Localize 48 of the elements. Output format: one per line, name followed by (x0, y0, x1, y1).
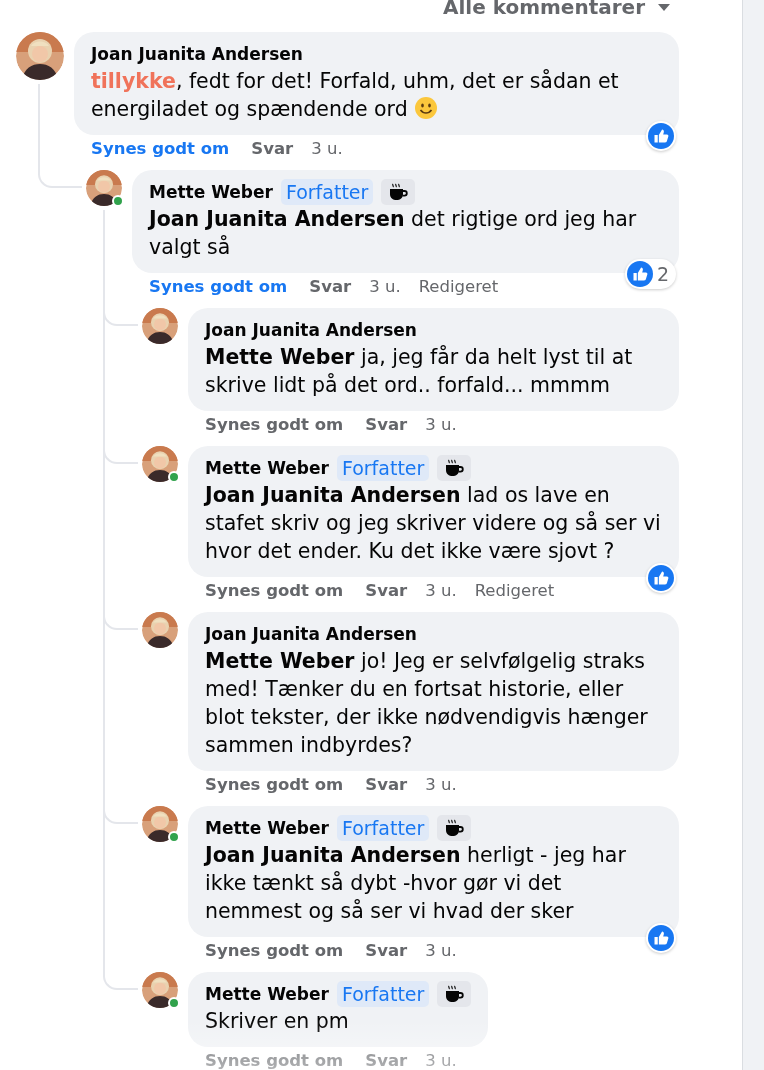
author-name[interactable]: Joan Juanita Andersen (205, 622, 417, 646)
author-name[interactable]: Mette Weber (205, 982, 329, 1006)
like-link[interactable]: Synes godt om (205, 414, 344, 436)
edited-label: Redigeret (474, 580, 555, 602)
caret-icon (657, 2, 671, 12)
author-name[interactable]: Joan Juanita Andersen (91, 42, 303, 66)
author-badge: Forfatter (280, 179, 374, 205)
comment-text: Mette Weber ja, jeg får da helt lyst til at skrive lidt på det ord.. forfald... mmmm (205, 344, 634, 399)
like-link[interactable]: Synes godt om (205, 940, 344, 962)
like-link[interactable]: Synes godt om (205, 774, 344, 796)
timestamp[interactable]: 3 u. (311, 138, 343, 160)
reply-link[interactable]: Svar (365, 580, 408, 602)
author-name[interactable]: Mette Weber (149, 180, 273, 204)
like-link[interactable]: Synes godt om (149, 276, 288, 298)
author-badge: Forfatter (336, 981, 430, 1007)
thread-connector (103, 962, 138, 990)
reply-link[interactable]: Svar (309, 276, 352, 298)
comment-text: Skriver en pm (205, 1008, 350, 1035)
like-link[interactable]: Synes godt om (91, 138, 230, 160)
coffee-cup-icon (444, 985, 465, 1003)
comment-text: Joan Juanita Andersen det rigtige ord jeg har valgt så (149, 206, 638, 261)
comment-text: Joan Juanita Andersen lad os lave en stafet skriv og jeg skriver videre og så ser vi hvor det ender. Ku det ikke være sjovt ? (205, 482, 662, 565)
reaction-count: 2 (624, 259, 676, 289)
reply-link[interactable]: Svar (365, 414, 408, 436)
timestamp[interactable]: 3 u. (369, 276, 401, 298)
comment-text: tillykke, fedt for det! Forfald, uhm, det er sådan et energiladet og spændende ord (91, 68, 620, 123)
reply-link[interactable]: Svar (251, 138, 294, 160)
timestamp[interactable]: 3 u. (425, 940, 457, 962)
thread-connector (38, 160, 82, 188)
smiley-icon (414, 96, 439, 120)
reply-link[interactable]: Svar (365, 940, 408, 962)
author-name[interactable]: Joan Juanita Andersen (205, 318, 417, 342)
timestamp[interactable]: 3 u. (425, 414, 457, 436)
edited-label: Redigeret (418, 276, 499, 298)
timestamp[interactable]: 3 u. (425, 774, 457, 796)
like-icon (626, 261, 653, 287)
comment-text: Mette Weber jo! Jeg er selvfølgelig straks med! Tænker du en fortsat historie, eller blot tekster, der ikke nødvendigvis hænger sammen indbyrdes? (205, 648, 649, 759)
author-badge: Forfatter (336, 815, 430, 841)
coffee-cup-icon (388, 183, 409, 201)
author-name[interactable]: Mette Weber (205, 816, 329, 840)
like-link[interactable]: Synes godt om (205, 580, 344, 602)
author-badge: Forfatter (336, 455, 430, 481)
reply-link[interactable]: Svar (365, 774, 408, 796)
coffee-cup-icon (444, 819, 465, 837)
comment-text: Joan Juanita Andersen herligt - jeg har ikke tænkt så dybt -hvor gør vi det nemmest og så ser vi hvad der sker (205, 842, 627, 925)
timestamp[interactable]: 3 u. (425, 580, 457, 602)
coffee-cup-icon (444, 459, 465, 477)
author-name[interactable]: Mette Weber (205, 456, 329, 480)
